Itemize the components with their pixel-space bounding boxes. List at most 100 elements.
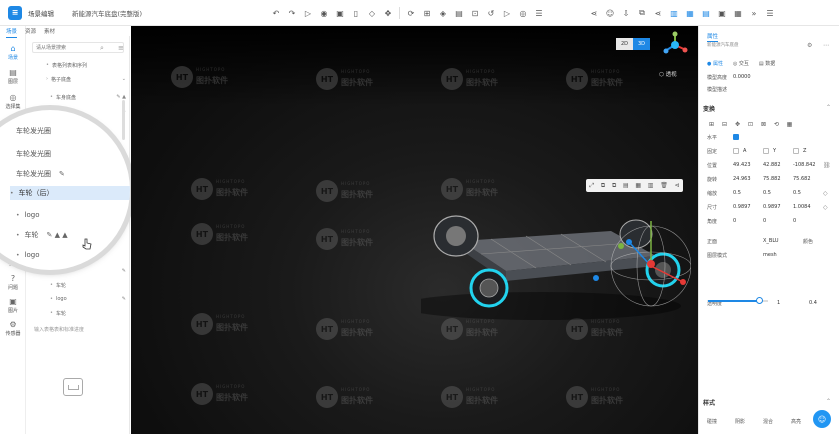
- rotation-z-input[interactable]: 75.682: [793, 176, 811, 182]
- magnified-tree-item-selected[interactable]: • 车轮（后）: [10, 186, 130, 200]
- transform-section[interactable]: 变换: [703, 104, 837, 113]
- duplicate-icon[interactable]: ⧉: [612, 182, 616, 190]
- align-top-icon[interactable]: ⊡: [746, 120, 755, 129]
- object-name-field[interactable]: 新能源汽车底盘: [707, 42, 795, 51]
- download-icon[interactable]: ⇩: [618, 6, 634, 20]
- tab-interaction[interactable]: ◎ 交互: [733, 60, 749, 67]
- perspective-toggle[interactable]: ⬡ 透视: [659, 70, 677, 78]
- mode-select[interactable]: mesh: [763, 252, 777, 258]
- coord-y-checkbox[interactable]: [763, 148, 769, 154]
- collapse-icon[interactable]: ≡: [118, 44, 124, 52]
- layout-c-icon[interactable]: ▤: [698, 6, 714, 20]
- move-icon[interactable]: ✥: [380, 6, 396, 20]
- table-icon[interactable]: ▥: [648, 182, 654, 189]
- stack-icon[interactable]: ▤: [451, 6, 467, 20]
- tab-scene[interactable]: 场景: [6, 27, 18, 38]
- tree-item[interactable]: › 格子底盘 ⌄: [26, 74, 130, 84]
- panel-header[interactable]: 属性: [707, 32, 719, 42]
- scale-y-input[interactable]: 0.5: [763, 190, 771, 196]
- menu-icon[interactable]: ☰: [762, 6, 778, 20]
- coord-a-checkbox[interactable]: [733, 148, 739, 154]
- axis-gizmo-icon[interactable]: [661, 31, 689, 59]
- rail-item-sensor[interactable]: ⚙ 传感器: [2, 320, 24, 337]
- scale-x-input[interactable]: 0.5: [733, 190, 741, 196]
- record-icon[interactable]: ◎: [515, 6, 531, 20]
- redo-icon[interactable]: ↷: [284, 6, 300, 20]
- size-y-input[interactable]: 0.9897: [763, 204, 781, 210]
- magnified-tree-item[interactable]: 车轮发光圈: [16, 124, 130, 138]
- style-section[interactable]: 样式: [703, 398, 837, 407]
- magnified-tree-item[interactable]: 车轮发光圈: [16, 147, 130, 161]
- size-x-input[interactable]: 0.9897: [733, 204, 751, 210]
- 3d-viewport[interactable]: HT HIGHTOPO 图扑软件 HT HIGHTOPO 图扑软件 HT HIGHTOPO…: [131, 26, 698, 434]
- layer-icon[interactable]: ◈: [435, 6, 451, 20]
- reset-icon[interactable]: ◇: [823, 204, 828, 211]
- lock-icon[interactable]: ◇: [823, 190, 828, 197]
- list-icon[interactable]: ☰: [531, 6, 547, 20]
- grid-icon[interactable]: ⊞: [419, 6, 435, 20]
- file-icon[interactable]: ▯: [348, 6, 364, 20]
- rail-item-image[interactable]: ▣ 图片: [2, 297, 24, 314]
- tab-data[interactable]: ▤ 数据: [759, 60, 775, 67]
- share2-icon[interactable]: ⋖: [650, 6, 666, 20]
- opacity-value[interactable]: 1: [777, 300, 780, 306]
- refresh-icon[interactable]: ↺: [483, 6, 499, 20]
- layers-icon[interactable]: ▤: [623, 182, 629, 189]
- layout-d-icon[interactable]: ▣: [714, 6, 730, 20]
- rail-item-question[interactable]: ? 问题: [2, 274, 24, 291]
- scene-search-input[interactable]: [32, 42, 124, 53]
- rail-item-scene[interactable]: ⌂ 场景: [2, 44, 24, 61]
- play-outline-icon[interactable]: ▷: [499, 6, 515, 20]
- rail-item-selection[interactable]: ◎ 选择集: [2, 93, 24, 110]
- face-select[interactable]: X_BLU: [763, 238, 779, 244]
- settings-icon[interactable]: ⚙: [807, 42, 812, 49]
- tree-item[interactable]: • 表格列表和序列: [26, 60, 130, 70]
- help-chat-icon[interactable]: ☺: [813, 410, 831, 428]
- align-center-icon[interactable]: ⊟: [720, 120, 729, 129]
- layout-b-icon[interactable]: ▦: [682, 6, 698, 20]
- align-bottom-icon[interactable]: ⟲: [772, 120, 781, 129]
- copy-icon[interactable]: ⧉: [634, 6, 650, 20]
- user-icon[interactable]: ☺: [602, 6, 618, 20]
- magnified-tree-item[interactable]: • logo: [16, 208, 130, 222]
- align-mid-icon[interactable]: ⊠: [759, 120, 768, 129]
- more-icon[interactable]: »: [746, 6, 762, 20]
- anchor-x-input[interactable]: 0: [733, 218, 736, 224]
- tree-item[interactable]: • logo ✎: [26, 294, 130, 304]
- rotate-icon[interactable]: ⟳: [403, 6, 419, 20]
- more-icon[interactable]: ⋯: [823, 42, 829, 49]
- size-value[interactable]: 0.4: [809, 300, 817, 306]
- collapse-icon[interactable]: ⊲: [675, 182, 680, 189]
- copy-icon[interactable]: ⧉: [601, 182, 605, 190]
- anchor-z-input[interactable]: 0: [793, 218, 796, 224]
- align-checkbox[interactable]: [733, 134, 739, 140]
- expand-icon[interactable]: ⤢: [589, 182, 594, 190]
- view-3d-button[interactable]: 3D: [633, 38, 650, 50]
- rotation-y-input[interactable]: 75.882: [763, 176, 781, 182]
- magnified-tree-item[interactable]: • logo: [16, 248, 130, 262]
- align-right-icon[interactable]: ✥: [733, 120, 742, 129]
- rail-item-layer[interactable]: ▤ 图层: [2, 68, 24, 85]
- position-x-input[interactable]: 49.423: [733, 162, 751, 168]
- shape-icon[interactable]: ◇: [364, 6, 380, 20]
- size-z-input[interactable]: 1.0084: [793, 204, 811, 210]
- position-y-input[interactable]: 42.882: [763, 162, 781, 168]
- tree-item[interactable]: • 车轮: [26, 280, 130, 290]
- layout-a-icon[interactable]: ▥: [666, 6, 682, 20]
- opacity-slider-handle[interactable]: [756, 297, 763, 304]
- save-icon[interactable]: ▣: [332, 6, 348, 20]
- layout-e-icon[interactable]: ▦: [730, 6, 746, 20]
- magnified-tree-item[interactable]: • 车轮 ✎ ▲ ▲: [16, 228, 130, 242]
- play-icon[interactable]: ▷: [300, 6, 316, 20]
- add-hint-text[interactable]: 输入表格表和标准进度: [34, 326, 84, 333]
- undo-icon[interactable]: ↶: [268, 6, 284, 20]
- delete-icon[interactable]: 🗑: [660, 182, 668, 189]
- link-icon[interactable]: ⛓: [823, 162, 831, 169]
- magnified-tree-item[interactable]: 车轮发光圈 ✎: [16, 167, 130, 181]
- align-left-icon[interactable]: ⊞: [707, 120, 716, 129]
- search-icon[interactable]: ⌕: [100, 44, 104, 53]
- document-title[interactable]: 新能源汽车底盘(完整版): [72, 8, 142, 18]
- type-value[interactable]: 0.0000: [733, 74, 751, 80]
- chassis-model[interactable]: [421, 186, 691, 326]
- view-2d-button[interactable]: 2D: [616, 38, 633, 50]
